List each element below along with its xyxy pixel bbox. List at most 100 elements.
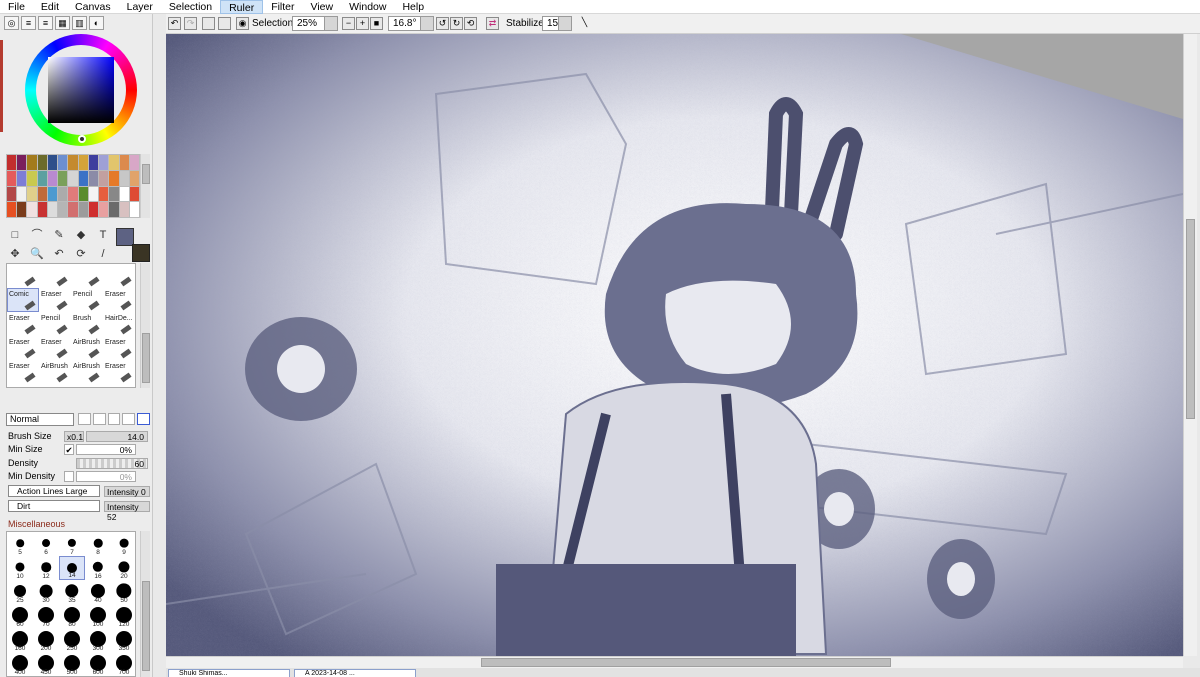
blend-mode-select[interactable]: Normal xyxy=(6,413,74,426)
brush-scrollbar[interactable] xyxy=(140,263,150,388)
menu-canvas[interactable]: Canvas xyxy=(67,0,119,14)
brush-size-preset[interactable]: 6 xyxy=(33,532,59,556)
brush-size-multiplier[interactable]: x0.1 xyxy=(64,431,84,442)
canvas-horizontal-scroll-thumb[interactable] xyxy=(481,658,891,667)
brush-size-preset[interactable]: 50 xyxy=(111,580,135,604)
brush-size-preset[interactable]: 30 xyxy=(33,580,59,604)
brush-size-preset[interactable]: 7 xyxy=(59,532,85,556)
brush-size-preset[interactable]: 8 xyxy=(85,532,111,556)
color-swatch[interactable] xyxy=(78,170,88,186)
brush-size-preset[interactable]: 100 xyxy=(85,604,111,628)
swatch-tab[interactable]: ▦ xyxy=(55,16,70,30)
brush-tool[interactable]: AirBrush xyxy=(71,360,103,384)
brush-tool[interactable]: Eraser xyxy=(103,360,135,384)
color-swatch[interactable] xyxy=(99,155,109,170)
color-swatch[interactable] xyxy=(68,186,78,202)
color-swatch[interactable] xyxy=(88,155,99,170)
document-tab-1[interactable]: Shuki Shimas... xyxy=(168,669,290,677)
min-size-checkbox[interactable]: ✔ xyxy=(64,444,74,455)
brush-tool[interactable]: Eraser xyxy=(103,336,135,360)
brush-tool[interactable]: Eraser xyxy=(7,336,39,360)
color-swatch[interactable] xyxy=(129,170,139,186)
brush-shape-1[interactable] xyxy=(78,413,91,425)
brush-tool[interactable] xyxy=(103,264,135,288)
brush-scroll-thumb[interactable] xyxy=(142,333,150,383)
color-swatch[interactable] xyxy=(47,170,58,186)
move-icon[interactable]: ✥ xyxy=(7,247,23,262)
magic-wand-icon[interactable]: ✎ xyxy=(51,228,67,243)
drawing-canvas[interactable] xyxy=(166,34,1183,656)
color-swatch[interactable] xyxy=(27,155,37,170)
rotation-select[interactable]: 16.8° xyxy=(388,16,434,31)
brush-tool[interactable]: HairDe... xyxy=(103,312,135,336)
brush-tool[interactable] xyxy=(71,264,103,288)
brush-size-preset[interactable]: 14 xyxy=(59,556,85,580)
hsv-slider-tab[interactable]: ≡ xyxy=(38,16,53,30)
brush-tool[interactable]: Eraser xyxy=(39,336,71,360)
min-density-slider[interactable]: 0% xyxy=(76,471,136,482)
min-density-checkbox[interactable] xyxy=(64,471,74,482)
scratchpad-tab[interactable]: ▥ xyxy=(72,16,87,30)
color-swatch[interactable] xyxy=(7,155,17,170)
color-swatch[interactable] xyxy=(109,155,119,170)
color-swatch[interactable] xyxy=(37,155,47,170)
color-swatch[interactable] xyxy=(17,202,27,217)
brush-size-preset[interactable]: 60 xyxy=(7,604,33,628)
brush-size-preset[interactable]: 400 xyxy=(7,652,33,676)
color-swatch[interactable] xyxy=(47,186,58,202)
brush-shape-3[interactable] xyxy=(107,413,121,425)
brush-size-preset[interactable]: 160 xyxy=(7,628,33,652)
brush-size-preset[interactable]: 20 xyxy=(111,556,135,580)
hand-icon[interactable]: ⟳ xyxy=(73,247,89,262)
color-swatch[interactable] xyxy=(99,186,109,202)
texture-intensity[interactable]: Intensity 0 xyxy=(104,486,150,497)
saturation-value-square[interactable] xyxy=(48,57,114,123)
menu-layer[interactable]: Layer xyxy=(119,0,161,14)
hue-marker[interactable] xyxy=(78,135,86,143)
brush-size-preset[interactable]: 9 xyxy=(111,532,135,556)
menu-ruler[interactable]: Ruler xyxy=(220,0,264,14)
color-swatch[interactable] xyxy=(17,170,27,186)
color-swatch[interactable] xyxy=(7,202,17,217)
swatch-scroll-thumb[interactable] xyxy=(142,164,150,184)
color-swatch[interactable] xyxy=(7,186,17,202)
color-swatch[interactable] xyxy=(68,202,78,217)
text-icon[interactable]: T xyxy=(95,228,111,243)
canvas-horizontal-scrollbar[interactable] xyxy=(166,656,1183,668)
color-swatch[interactable] xyxy=(99,170,109,186)
color-swatch[interactable] xyxy=(129,186,139,202)
color-wheel-tab[interactable]: ◎ xyxy=(4,16,19,30)
brush-tool[interactable]: Eraser xyxy=(7,312,39,336)
flip-horizontal-button[interactable]: ⇄ xyxy=(486,17,499,30)
invert-selection-button[interactable] xyxy=(218,17,231,30)
secondary-color[interactable] xyxy=(132,244,150,262)
brush-shape-5[interactable] xyxy=(137,413,150,425)
zoom-out-button[interactable]: − xyxy=(342,17,355,30)
fill-icon[interactable]: ◆ xyxy=(73,228,89,243)
eye-tab[interactable]: ◐ xyxy=(89,16,104,30)
brush-tool[interactable]: Pencil xyxy=(71,288,103,312)
brush-size-preset[interactable]: 80 xyxy=(59,604,85,628)
brush-tool[interactable]: Eraser xyxy=(39,288,71,312)
brush-tool[interactable] xyxy=(7,264,39,288)
brush-tool[interactable]: Comic xyxy=(7,288,39,312)
menu-file[interactable]: File xyxy=(0,0,33,14)
brush-tool[interactable] xyxy=(39,264,71,288)
min-size-slider[interactable]: 0% xyxy=(76,444,136,455)
straight-line-icon[interactable]: ╲ xyxy=(578,17,591,30)
color-swatch[interactable] xyxy=(119,170,129,186)
brush-size-slider[interactable]: 14.0 xyxy=(86,431,148,442)
color-swatch[interactable] xyxy=(78,202,88,217)
color-swatch[interactable] xyxy=(58,155,68,170)
bleed-select[interactable]: Dirt xyxy=(8,500,100,512)
brush-tool[interactable]: Eraser xyxy=(103,288,135,312)
selection-visibility-icon[interactable]: ◉ xyxy=(236,17,249,30)
zoom-icon[interactable]: 🔍 xyxy=(29,247,45,262)
color-swatch[interactable] xyxy=(27,186,37,202)
rotate-left-button[interactable]: ↺ xyxy=(436,17,449,30)
brush-size-preset[interactable]: 10 xyxy=(7,556,33,580)
zoom-in-button[interactable]: + xyxy=(356,17,369,30)
menu-filter[interactable]: Filter xyxy=(263,0,302,14)
brush-tool[interactable]: AirBrush xyxy=(71,336,103,360)
rotate-right-button[interactable]: ↻ xyxy=(450,17,463,30)
